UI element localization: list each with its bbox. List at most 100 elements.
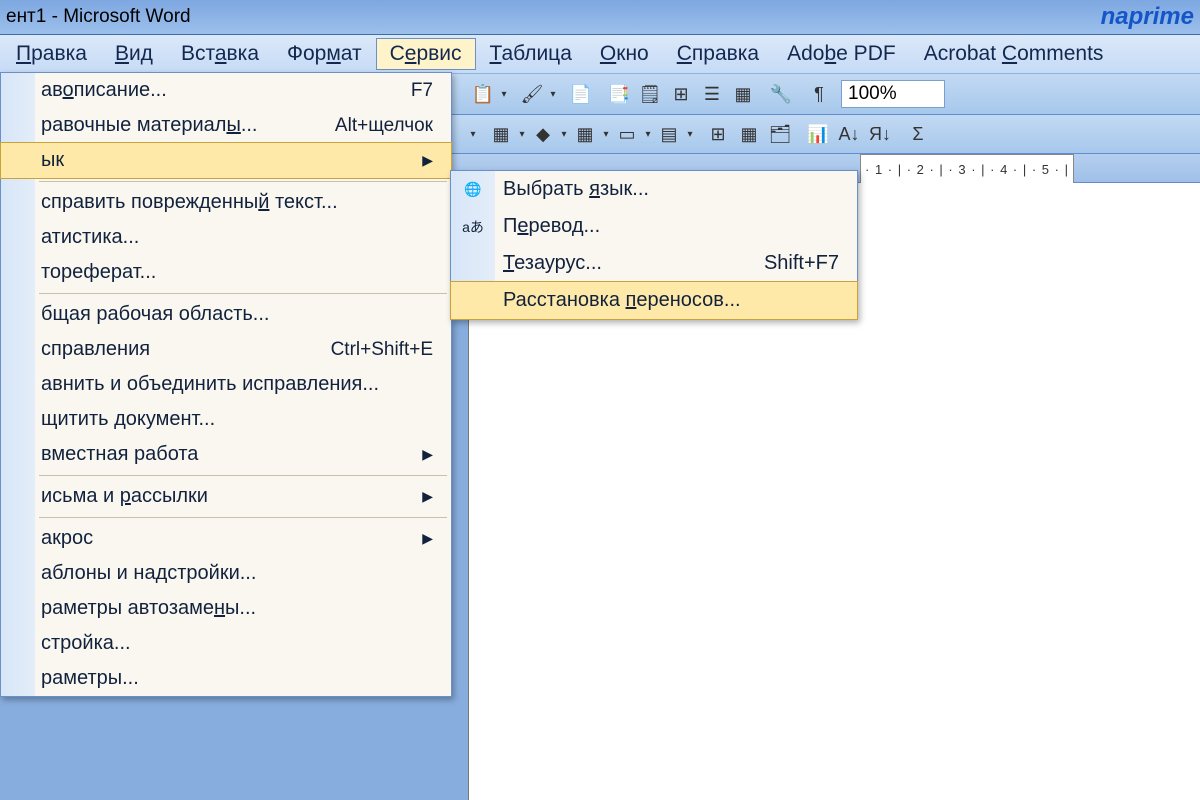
toolbar-button[interactable]: ▾ — [601, 129, 611, 140]
toolbar-button[interactable]: ▾ — [559, 129, 569, 140]
toolbar-button[interactable]: ▾ — [517, 129, 527, 140]
menu-сервис[interactable]: Сервис — [376, 38, 476, 70]
submenu-shortcut: Shift+F7 — [764, 252, 839, 275]
menu-item[interactable]: авописание... F7 — [1, 73, 451, 108]
toolbar-button[interactable]: ▾ — [468, 129, 478, 140]
submenu-item-icon: aあ — [455, 217, 491, 237]
watermark: naprime — [1101, 0, 1194, 34]
menu-item-label: раметры автозамены... — [41, 597, 256, 620]
toolbar-button[interactable]: ▾ — [685, 129, 695, 140]
menu-item-label: раметры... — [41, 667, 139, 690]
menu-item-label: вместная работа — [41, 443, 198, 466]
menu-item[interactable]: аблоны и надстройки... — [1, 556, 451, 591]
toolbar-button[interactable]: 🖌 — [517, 79, 547, 109]
menu-item[interactable]: исьма и рассылки ▶ — [1, 479, 451, 514]
menu-item[interactable]: атистика... — [1, 220, 451, 255]
toolbar-button[interactable]: ▦ — [486, 119, 516, 149]
menu-формат[interactable]: Формат — [273, 38, 376, 70]
toolbar-button[interactable]: ▾ — [643, 129, 653, 140]
toolbar-button[interactable]: 📋 — [468, 79, 498, 109]
menu-правка[interactable]: Правка — [2, 38, 101, 70]
menu-item-label: справить поврежденный текст... — [41, 191, 338, 214]
toolbar-button[interactable]: 📄 — [566, 79, 596, 109]
menu-item-label: равочные материалы... — [41, 114, 257, 137]
submenu-item-label: Расстановка переносов... — [503, 289, 741, 312]
submenu-arrow-icon: ▶ — [422, 530, 433, 547]
menu-item[interactable]: раметры... — [1, 661, 451, 696]
toolbar-button[interactable]: 🗒 — [635, 79, 665, 109]
menu-item[interactable]: вместная работа▶ — [1, 437, 451, 472]
submenu-arrow-icon: ▶ — [422, 152, 433, 169]
menu-shortcut: F7 — [411, 80, 433, 102]
menu-item[interactable]: раметры автозамены... — [1, 591, 451, 626]
menu-item-label: ык — [41, 149, 64, 172]
menu-item-label: аблоны и надстройки... — [41, 562, 256, 585]
toolbar-button[interactable]: ◆ — [528, 119, 558, 149]
submenu-arrow-icon: ▶ — [422, 488, 433, 505]
menu-adobe pdf[interactable]: Adobe PDF — [773, 38, 910, 70]
horizontal-ruler: · 1 · | · 2 · | · 3 · | · 4 · | · 5 · | — [860, 154, 1074, 184]
menu-item[interactable]: справления Ctrl+Shift+E — [1, 332, 451, 367]
menu-item[interactable]: тореферат... — [1, 255, 451, 290]
menu-item-label: авнить и объединить исправления... — [41, 373, 379, 396]
menu-окно[interactable]: Окно — [586, 38, 663, 70]
menu-acrobat comments[interactable]: Acrobat Comments — [910, 38, 1118, 70]
menu-item-label: справления — [41, 338, 150, 361]
menu-вставка[interactable]: Вставка — [167, 38, 273, 70]
toolbar-button[interactable]: ▭ — [612, 119, 642, 149]
servis-menu-dropdown: авописание... F7 равочные материалы... Alt+… — [0, 72, 452, 697]
submenu-item-label: Перевод... — [503, 215, 600, 238]
toolbar-button[interactable]: ▾ — [499, 89, 509, 100]
toolbar-button[interactable]: ⊞ — [666, 79, 696, 109]
submenu-item[interactable]: aあ Перевод... — [451, 208, 857, 245]
menu-item-label: щитить документ... — [41, 408, 215, 431]
toolbar-button[interactable]: ⊞ — [703, 119, 733, 149]
toolbar-button[interactable]: A↓ — [834, 119, 864, 149]
menu-separator — [39, 181, 447, 182]
menu-item[interactable]: ык ▶ — [0, 142, 452, 179]
menu-item[interactable]: щитить документ... — [1, 402, 451, 437]
zoom-combo[interactable]: 100% — [841, 80, 945, 108]
menu-таблица[interactable]: Таблица — [476, 38, 586, 70]
menu-separator — [39, 517, 447, 518]
submenu-item[interactable]: 🌐 Выбрать язык... — [451, 171, 857, 208]
menu-справка[interactable]: Справка — [663, 38, 773, 70]
toolbar-button[interactable]: 🔧 — [766, 79, 796, 109]
toolbar-button[interactable]: ☰ — [697, 79, 727, 109]
menu-bar: ПравкаВидВставкаФорматСервисТаблицаОкноС… — [0, 35, 1200, 74]
submenu-item-icon: 🌐 — [455, 181, 491, 198]
menu-shortcut: Alt+щелчок — [335, 115, 433, 137]
menu-item[interactable]: бщая рабочая область... — [1, 297, 451, 332]
language-submenu: 🌐 Выбрать язык... aあ Перевод... Тезаурус... S… — [450, 170, 858, 320]
toolbar-button[interactable]: Σ — [903, 119, 933, 149]
submenu-item-label: Тезаурус... — [503, 252, 602, 275]
menu-вид[interactable]: Вид — [101, 38, 167, 70]
menu-item-label: авописание... — [41, 79, 167, 102]
window-title: ент1 - Microsoft Word — [6, 0, 191, 34]
menu-separator — [39, 293, 447, 294]
submenu-item-label: Выбрать язык... — [503, 178, 649, 201]
toolbar-button[interactable]: Я↓ — [865, 119, 895, 149]
menu-item[interactable]: стройка... — [1, 626, 451, 661]
menu-item[interactable]: равочные материалы... Alt+щелчок — [1, 108, 451, 143]
menu-item-label: атистика... — [41, 226, 139, 249]
menu-item[interactable]: справить поврежденный текст... — [1, 185, 451, 220]
menu-item-label: бщая рабочая область... — [41, 303, 269, 326]
toolbar-button[interactable]: 📑 — [604, 79, 634, 109]
toolbar-button[interactable]: 📊 — [803, 119, 833, 149]
menu-item[interactable]: акрос ▶ — [1, 521, 451, 556]
toolbar-button[interactable]: ▦ — [728, 79, 758, 109]
toolbar-button[interactable]: ▤ — [654, 119, 684, 149]
toolbar-button[interactable]: ▦ — [570, 119, 600, 149]
menu-item-label: исьма и рассылки — [41, 485, 208, 508]
menu-item-label: акрос — [41, 527, 93, 550]
submenu-item[interactable]: Расстановка переносов... — [450, 281, 858, 320]
menu-item[interactable]: авнить и объединить исправления... — [1, 367, 451, 402]
toolbar-button[interactable]: ▦ — [734, 119, 764, 149]
submenu-item[interactable]: Тезаурус... Shift+F7 — [451, 245, 857, 282]
menu-shortcut: Ctrl+Shift+E — [331, 339, 433, 361]
toolbar-button[interactable]: ▾ — [548, 89, 558, 100]
toolbar-button[interactable]: ¶ — [804, 79, 834, 109]
menu-separator — [39, 475, 447, 476]
toolbar-button[interactable]: 🗂 — [765, 119, 795, 149]
